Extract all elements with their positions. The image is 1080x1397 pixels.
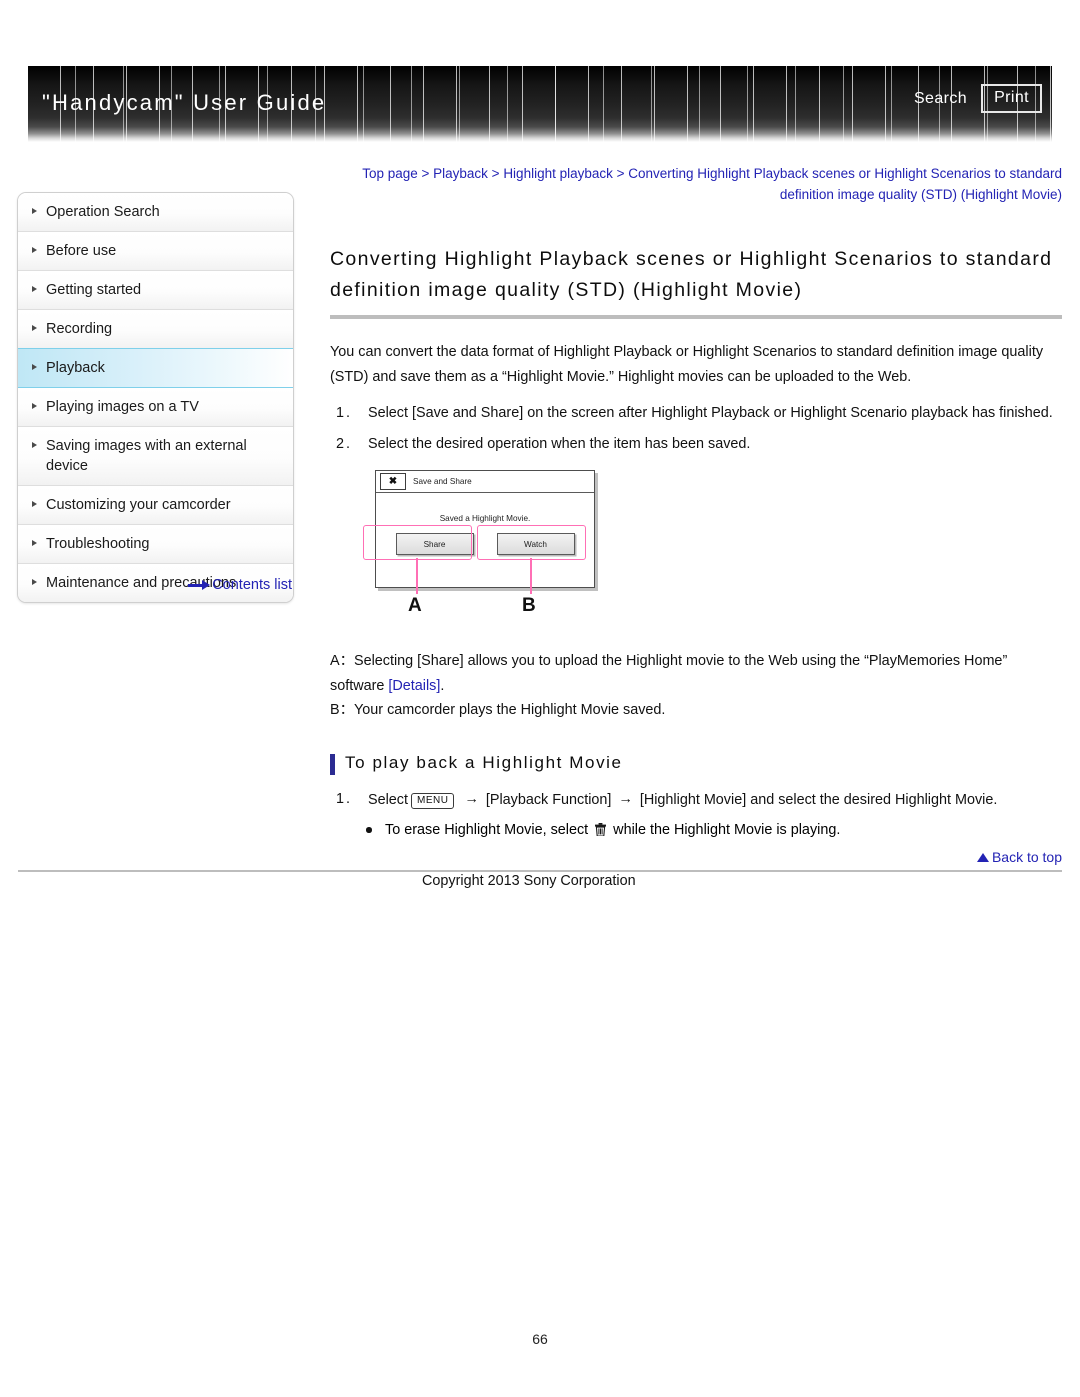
sidebar-item-label: Getting started — [46, 282, 142, 298]
triangle-right-icon — [32, 325, 37, 331]
subsection-heading: To play back a Highlight Movie — [330, 753, 1062, 775]
search-button[interactable]: Search — [914, 90, 967, 108]
arrow-right-glyph-1: → — [464, 790, 479, 807]
callout-box-b — [477, 525, 586, 560]
sidebar-item-saving-images-external-device[interactable]: Saving images with an external device — [18, 427, 293, 486]
triangle-right-icon — [32, 403, 37, 409]
step-text: Select [Save and Share] on the screen af… — [368, 405, 1053, 421]
triangle-right-icon — [32, 540, 37, 546]
subsection-notes: To erase Highlight Movie, select while t… — [330, 818, 1062, 843]
site-title: "Handycam" User Guide — [42, 90, 327, 115]
sidebar-nav: Operation Search Before use Getting star… — [17, 192, 294, 603]
triangle-right-icon — [32, 208, 37, 214]
print-button[interactable]: Print — [981, 84, 1042, 113]
sidebar-item-customizing-your-camcorder[interactable]: Customizing your camcorder — [18, 486, 293, 525]
note-suffix: while the Highlight Movie is playing. — [613, 822, 841, 838]
sidebar-item-label: Before use — [46, 243, 117, 259]
mock-dialog-message: Saved a Highlight Movie. — [439, 514, 531, 523]
mock-dialog-titlebar: ✖ Save and Share — [376, 471, 594, 493]
sidebar-item-label: Customizing your camcorder — [46, 497, 231, 513]
step-number: 1. — [336, 790, 353, 807]
step-number: 2. — [336, 435, 353, 452]
step-item: 1. Select MENU → [Playback Function] → [Highl… — [330, 787, 1062, 813]
sidebar-item-before-use[interactable]: Before use — [18, 232, 293, 271]
callout-leader-b — [530, 558, 532, 594]
title-divider — [330, 315, 1062, 319]
breadcrumb-item-top-page[interactable]: Top page — [362, 166, 418, 181]
sidebar-item-label: Playing images on a TV — [46, 399, 199, 415]
contents-list-label: Contents list — [212, 577, 292, 593]
step-text-prefix: Select — [368, 791, 408, 808]
breadcrumb-separator: > — [417, 166, 434, 181]
trash-icon — [595, 823, 607, 836]
note-item: To erase Highlight Movie, select while t… — [330, 818, 1062, 843]
callout-a-suffix: . — [440, 677, 445, 694]
callout-box-a — [363, 525, 472, 560]
sidebar-item-playing-images-on-a-tv[interactable]: Playing images on a TV — [18, 388, 293, 427]
contents-list-link[interactable]: Contents list — [17, 577, 292, 593]
breadcrumb-item-playback[interactable]: Playback — [433, 166, 488, 181]
step-text-mid2: [Highlight Movie] and select the desired… — [639, 791, 998, 808]
figure-save-and-share-dialog: ✖ Save and Share Saved a Highlight Movie… — [363, 470, 613, 633]
site-header: "Handycam" User Guide Search Print — [28, 66, 1052, 142]
arrow-right-icon — [188, 580, 211, 590]
step-item: 2. Select the desired operation when the… — [330, 432, 1062, 457]
step-text-mid1: [Playback Function] — [485, 791, 612, 808]
header-actions: Search Print — [914, 84, 1042, 113]
callout-b-description: B：Your camcorder plays the Highlight Mov… — [330, 702, 666, 718]
step-text: Select the desired operation when the it… — [368, 435, 751, 452]
sidebar-item-playback[interactable]: Playback — [18, 348, 293, 388]
breadcrumb-item-current: Converting Highlight Playback scenes or … — [628, 166, 1062, 202]
intro-paragraph: You can convert the data format of Highl… — [330, 344, 1044, 385]
triangle-right-icon — [32, 501, 37, 507]
subsection-steps-list: 1. Select MENU → [Playback Function] → [Highl… — [330, 787, 1062, 813]
back-to-top-label: Back to top — [991, 849, 1062, 865]
breadcrumb-item-highlight-playback[interactable]: Highlight playback — [503, 166, 613, 181]
sidebar-item-label: Playback — [46, 360, 105, 376]
triangle-right-icon — [32, 364, 37, 370]
sidebar-item-label: Recording — [46, 321, 113, 337]
footer-divider — [18, 870, 1062, 872]
page-title: Converting Highlight Playback scenes or … — [330, 248, 1053, 301]
callout-leader-a — [416, 558, 418, 594]
breadcrumb-separator: > — [487, 166, 504, 181]
breadcrumb-separator: > — [612, 166, 629, 181]
step-item: 1. Select [Save and Share] on the screen… — [330, 401, 1062, 426]
sidebar-item-recording[interactable]: Recording — [18, 310, 293, 349]
copyright-text: Copyright 2013 Sony Corporation — [422, 873, 636, 889]
main-content: Converting Highlight Playback scenes or … — [330, 244, 1062, 843]
callout-label-b: B — [522, 595, 536, 616]
steps-list: 1. Select [Save and Share] on the screen… — [330, 401, 1062, 456]
sidebar-item-label: Operation Search — [46, 204, 160, 220]
triangle-right-icon — [32, 247, 37, 253]
breadcrumb: Top page > Playback > Highlight playback… — [330, 163, 1062, 205]
triangle-right-icon — [32, 442, 37, 448]
back-to-top-link[interactable]: Back to top — [330, 849, 1062, 865]
sidebar-item-troubleshooting[interactable]: Troubleshooting — [18, 525, 293, 564]
triangle-up-icon — [976, 853, 989, 862]
triangle-right-icon — [32, 286, 37, 292]
close-x-icon: ✖ — [380, 473, 406, 490]
page-number: 66 — [532, 1331, 548, 1347]
sidebar-item-label: Troubleshooting — [46, 536, 150, 552]
mock-dialog-title: Save and Share — [413, 477, 472, 486]
details-link[interactable]: [Details] — [388, 678, 440, 694]
sidebar-item-getting-started[interactable]: Getting started — [18, 271, 293, 310]
note-prefix: To erase Highlight Movie, select — [385, 822, 589, 838]
step-number: 1. — [336, 405, 353, 421]
callout-a-description: A：Selecting [Share] allows you to upload… — [330, 649, 1062, 698]
menu-icon: MENU — [411, 792, 455, 809]
callout-label-a: A — [408, 595, 422, 616]
sidebar-item-label: Saving images with an external device — [46, 438, 247, 474]
sidebar-item-operation-search[interactable]: Operation Search — [18, 193, 293, 232]
arrow-right-glyph-2: → — [618, 790, 633, 807]
